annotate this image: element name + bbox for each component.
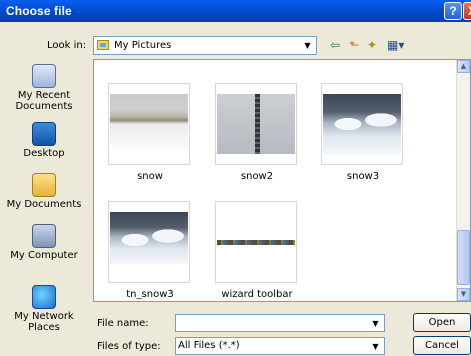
window-title: Choose file [6, 4, 72, 18]
open-button[interactable]: Open [413, 313, 471, 332]
file-item-snow[interactable]: snow [108, 83, 192, 182]
pictures-folder-icon [97, 40, 109, 50]
look-in-dropdown[interactable]: My Pictures ▼ [93, 36, 317, 55]
place-my-network-places[interactable]: My Network Places [0, 285, 88, 333]
up-one-level-icon[interactable]: ⬑ [349, 38, 359, 52]
thumbnail-frame [321, 83, 403, 165]
snow3-thumbnail-image [323, 94, 401, 154]
place-label: Places [28, 322, 60, 333]
look-in-value: My Pictures [114, 40, 172, 51]
file-name-input[interactable] [178, 316, 366, 330]
file-item-snow2[interactable]: snow2 [215, 83, 299, 182]
scroll-up-icon[interactable]: ▲ [457, 60, 470, 73]
file-name-combobox[interactable]: ▼ [175, 314, 385, 332]
file-item-snow3[interactable]: snow3 [321, 83, 405, 182]
files-of-type-dropdown[interactable]: All Files (*.*) ▼ [175, 337, 385, 355]
snow2-thumbnail-image [217, 94, 295, 154]
place-label: My Documents [6, 199, 82, 210]
file-name-label: snow2 [240, 171, 274, 182]
place-label: Desktop [23, 148, 65, 159]
title-bar: Choose file ? X [0, 0, 471, 22]
files-of-type-value: All Files (*.*) [178, 340, 240, 351]
desktop-icon [32, 122, 56, 146]
vertical-scrollbar[interactable]: ▲ ▼ [456, 60, 470, 301]
help-button[interactable]: ? [444, 2, 462, 20]
close-button[interactable]: X [463, 2, 471, 20]
place-label: My Computer [10, 250, 78, 261]
file-item-wizard-toolbar[interactable]: wizard toolbar [215, 201, 299, 300]
tn-snow3-thumbnail-image [110, 212, 188, 264]
wizard-toolbar-thumbnail-image [217, 240, 295, 245]
back-arrow-icon[interactable]: ⇦ [330, 38, 340, 52]
choose-file-dialog: Choose file ? X Look in: My Pictures ▼ ⇦… [0, 0, 471, 356]
file-list[interactable]: snow snow2 snow3 tn_snow3 wizard toolbar [93, 59, 471, 302]
my-documents-icon [32, 173, 56, 197]
places-bar: My Recent Documents Desktop My Documents… [0, 60, 88, 356]
chevron-down-icon[interactable]: ▼ [300, 38, 315, 53]
place-my-computer[interactable]: My Computer [0, 224, 88, 261]
place-desktop[interactable]: Desktop [0, 122, 88, 159]
thumbnail-frame [215, 83, 297, 165]
scroll-down-icon[interactable]: ▼ [457, 288, 470, 301]
new-folder-icon[interactable]: ✦ [367, 38, 377, 52]
file-name-label: tn_snow3 [126, 289, 174, 300]
look-in-label: Look in: [47, 40, 87, 51]
file-name-label: snow [137, 171, 163, 182]
chevron-down-icon[interactable]: ▼ [368, 316, 383, 331]
files-of-type-label: Files of type: [97, 341, 161, 352]
snow-thumbnail-image [110, 94, 188, 154]
thumbnail-frame [108, 201, 190, 283]
views-menu-icon[interactable]: ▦▾ [387, 38, 404, 52]
thumbnail-frame [215, 201, 297, 283]
file-item-tn-snow3[interactable]: tn_snow3 [108, 201, 192, 300]
place-label: My Recent [17, 90, 71, 101]
chevron-down-icon[interactable]: ▼ [368, 339, 383, 354]
my-computer-icon [32, 224, 56, 248]
cancel-button[interactable]: Cancel [413, 336, 471, 355]
scroll-thumb[interactable] [457, 230, 470, 285]
recent-documents-icon [32, 64, 56, 88]
thumbnail-frame [108, 83, 190, 165]
place-my-recent-documents[interactable]: My Recent Documents [0, 64, 88, 112]
file-name-label: snow3 [346, 171, 380, 182]
place-label: Documents [15, 101, 73, 112]
file-name-label: File name: [97, 318, 149, 329]
place-label: My Network [14, 311, 74, 322]
place-my-documents[interactable]: My Documents [0, 173, 88, 210]
network-places-icon [32, 285, 56, 309]
file-name-label: wizard toolbar [221, 289, 293, 300]
